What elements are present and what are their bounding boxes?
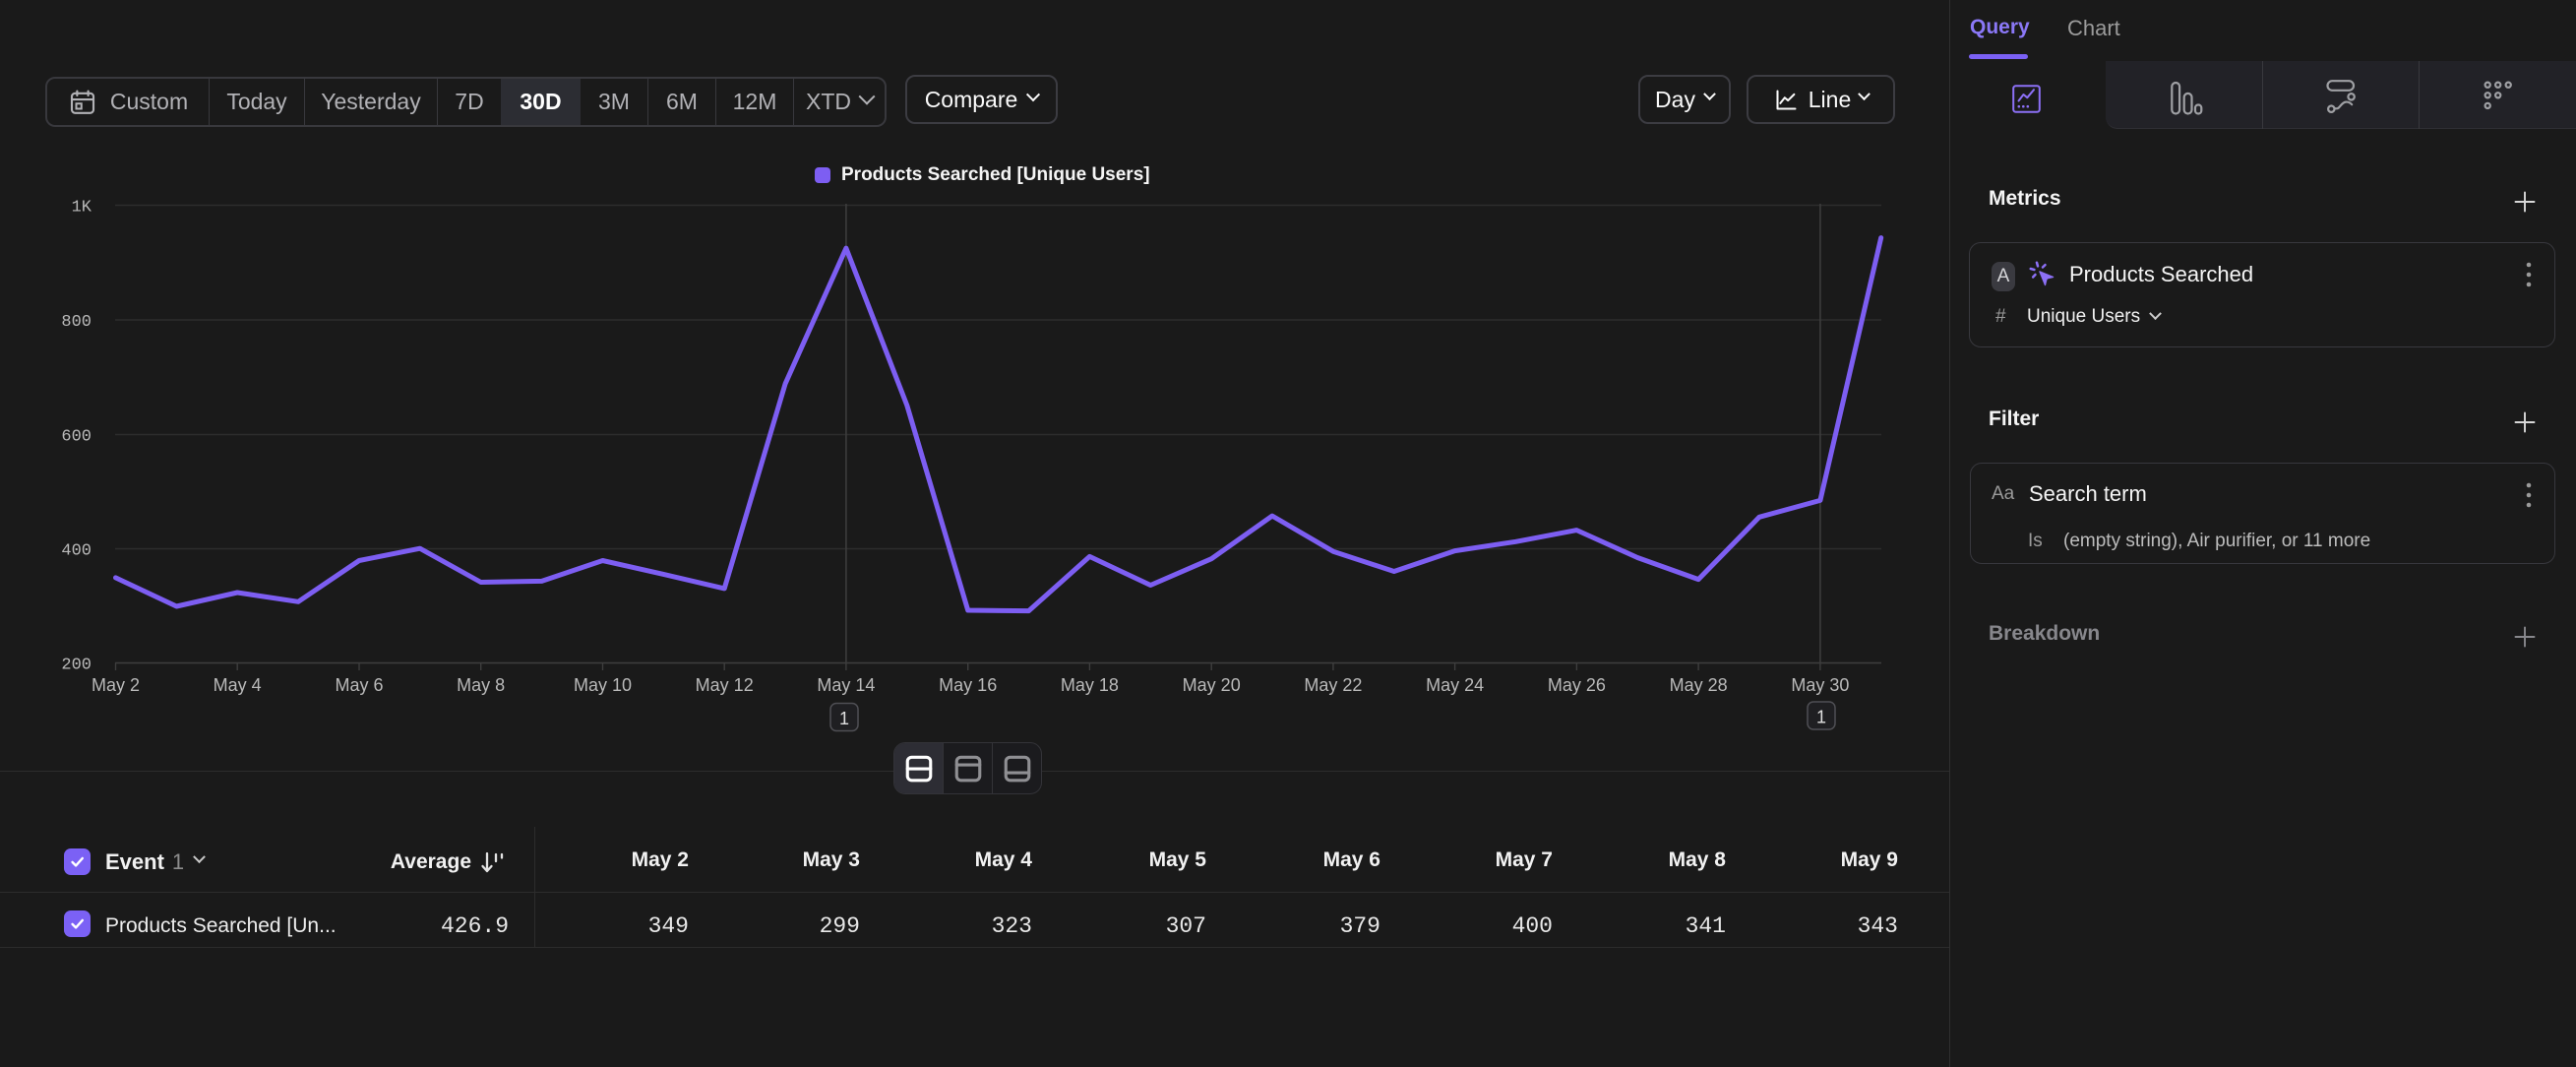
- svg-text:May 18: May 18: [1061, 675, 1119, 695]
- svg-text:May 26: May 26: [1548, 675, 1606, 695]
- svg-text:600: 600: [61, 428, 92, 447]
- svg-text:1: 1: [839, 709, 849, 728]
- svg-text:800: 800: [61, 313, 92, 332]
- svg-text:May 4: May 4: [214, 675, 262, 695]
- svg-text:May 6: May 6: [335, 675, 383, 695]
- svg-text:May 8: May 8: [457, 675, 505, 695]
- svg-text:1: 1: [1816, 708, 1826, 727]
- svg-text:May 24: May 24: [1426, 675, 1484, 695]
- svg-text:May 12: May 12: [696, 675, 754, 695]
- svg-text:200: 200: [61, 657, 92, 675]
- svg-text:May 2: May 2: [92, 675, 140, 695]
- svg-text:May 28: May 28: [1670, 675, 1728, 695]
- svg-text:May 10: May 10: [574, 675, 632, 695]
- svg-text:May 30: May 30: [1791, 675, 1849, 695]
- svg-text:1K: 1K: [72, 199, 92, 218]
- svg-text:400: 400: [61, 542, 92, 561]
- svg-text:May 14: May 14: [817, 675, 875, 695]
- svg-text:May 16: May 16: [939, 675, 997, 695]
- svg-text:May 20: May 20: [1183, 675, 1241, 695]
- svg-text:May 22: May 22: [1304, 675, 1362, 695]
